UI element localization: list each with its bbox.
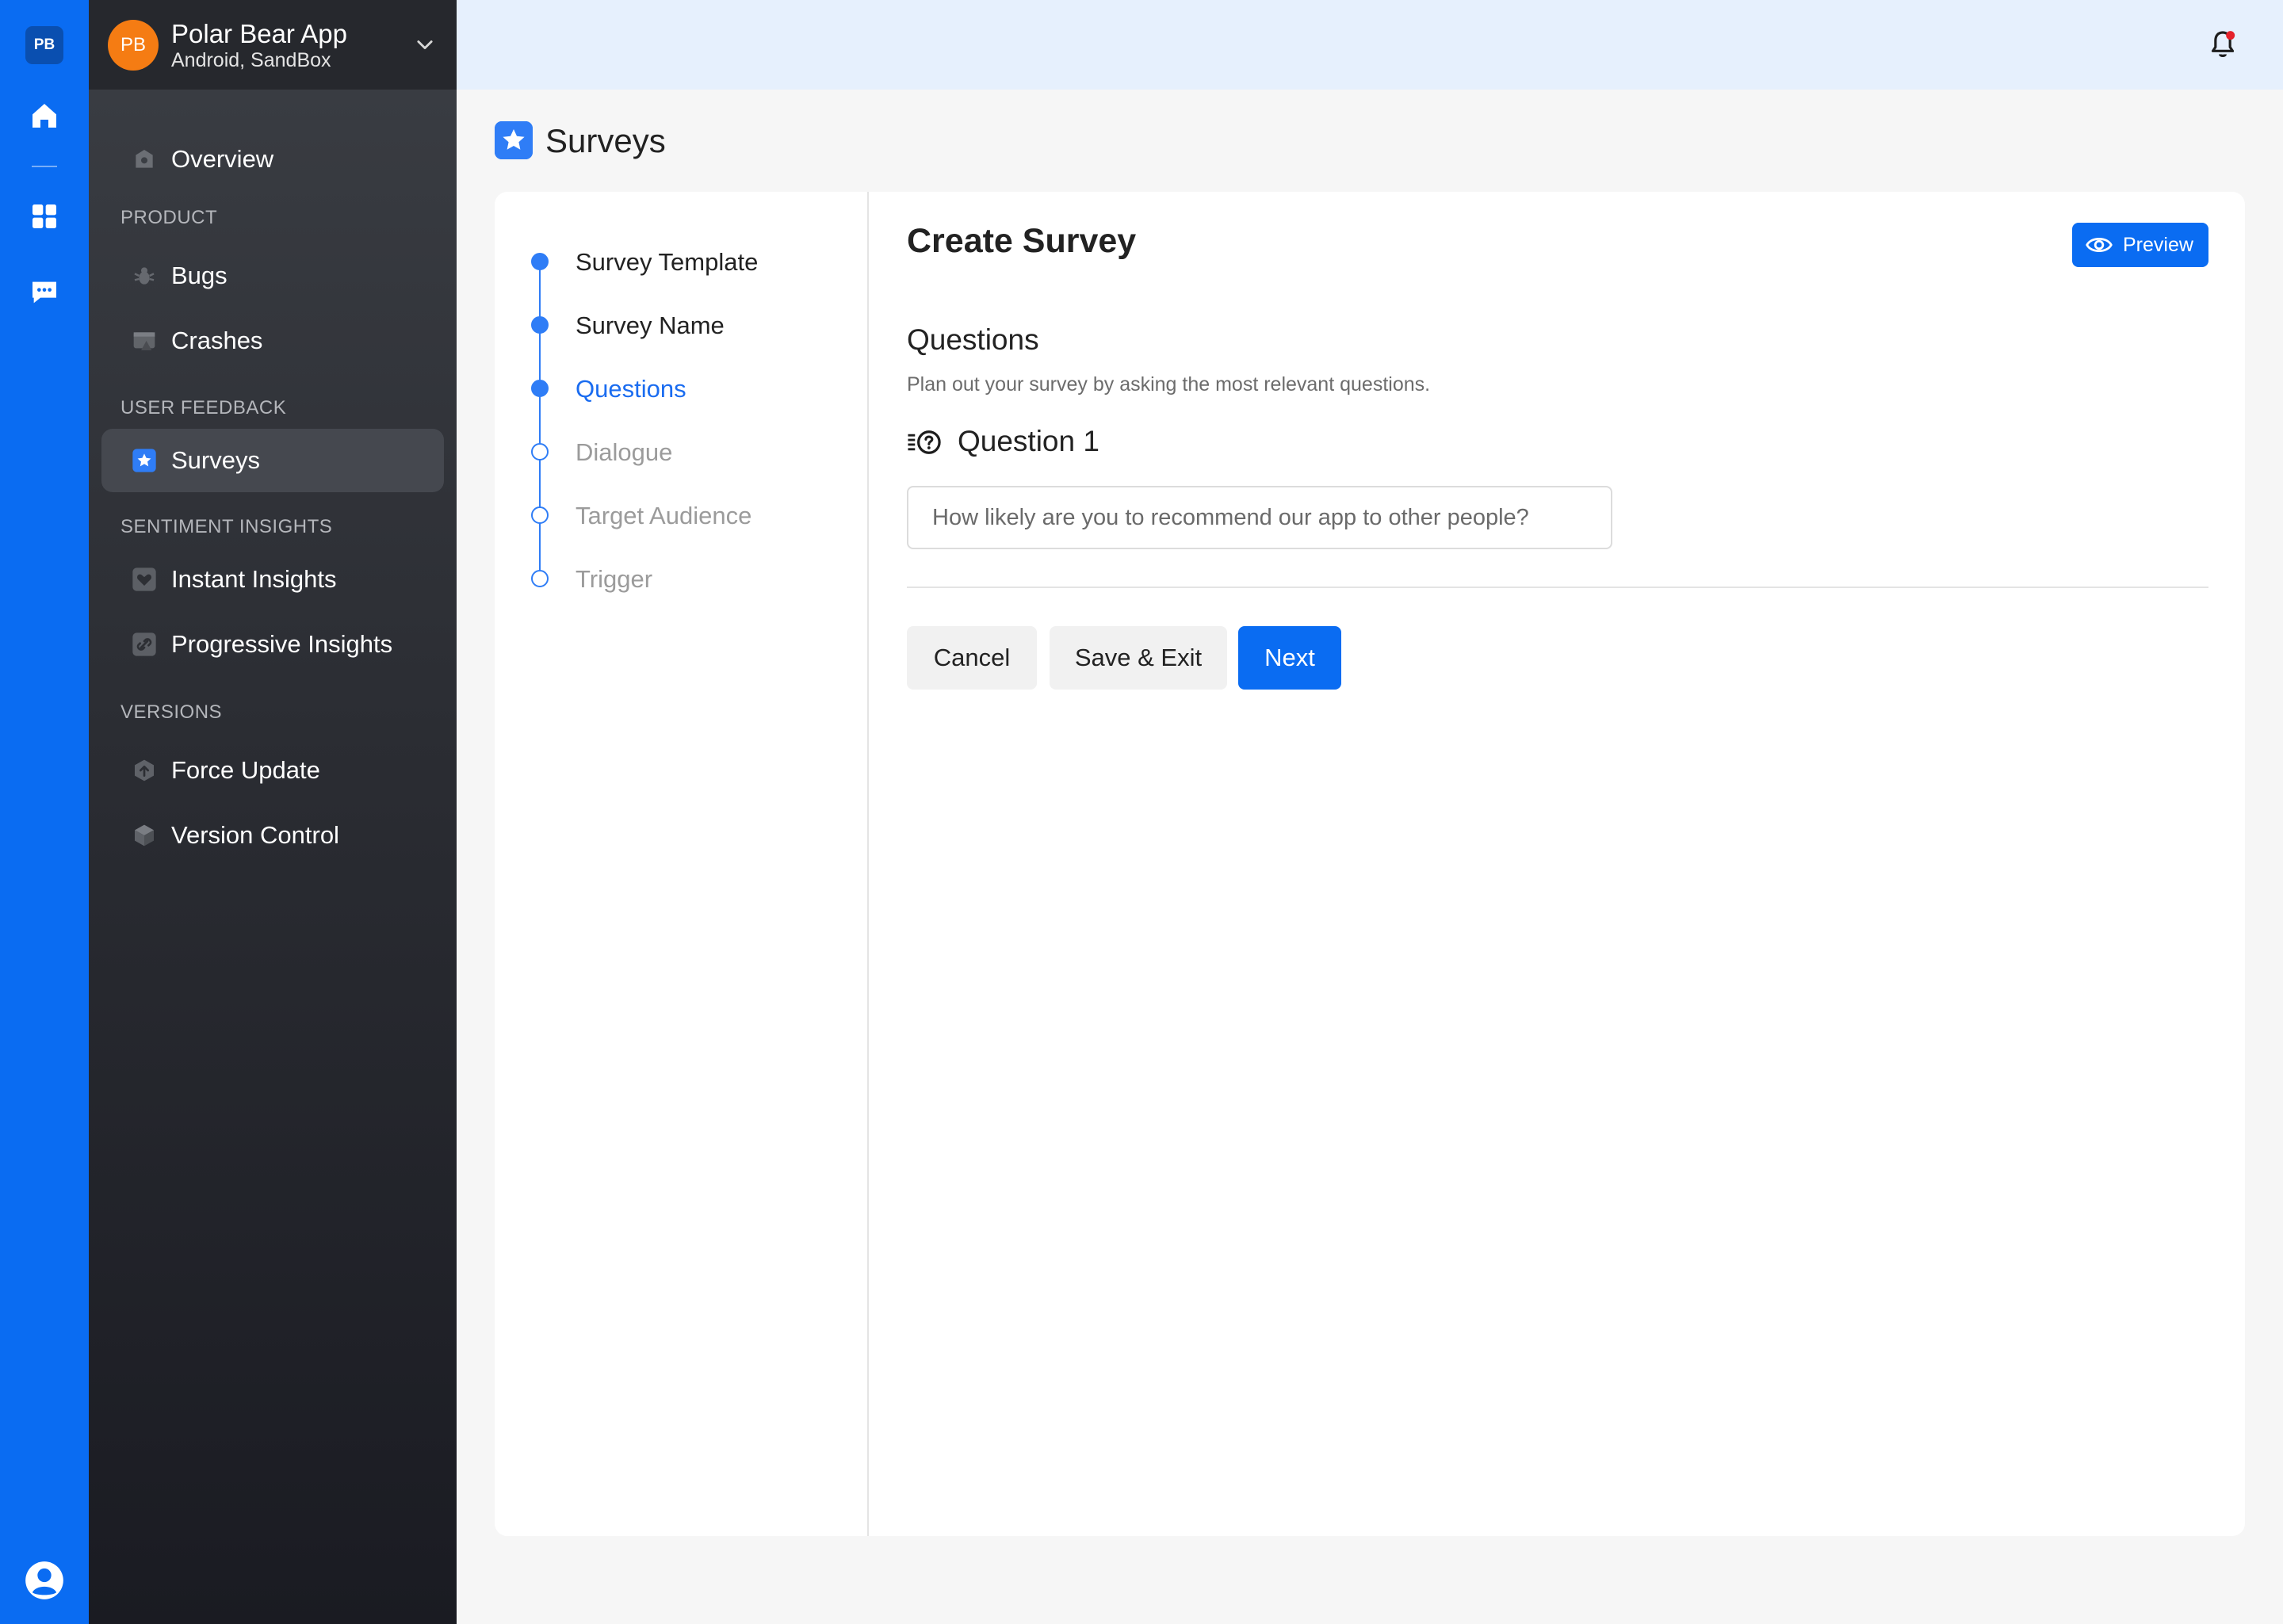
dashboard-grid-icon[interactable]: [29, 201, 60, 232]
workspace-badge[interactable]: PB: [25, 26, 63, 64]
upload-cube-icon: [135, 759, 154, 781]
step-dot: [531, 570, 549, 587]
left-rail: PB: [0, 0, 89, 1624]
sidebar-item-version-control[interactable]: Version Control: [101, 804, 444, 867]
sidebar: PB Polar Bear App Android, SandBox Overv…: [89, 0, 457, 1624]
app-name: Polar Bear App: [171, 19, 347, 48]
section-sentiment-insights: SENTIMENT INSIGHTS: [120, 516, 333, 537]
step-label: Survey Name: [576, 311, 725, 339]
section-product: PRODUCT: [120, 207, 218, 228]
step-questions[interactable]: Questions: [531, 373, 848, 404]
sidebar-item-force-update[interactable]: Force Update: [101, 739, 444, 802]
step-dot: [531, 506, 549, 524]
sidebar-item-label: Surveys: [171, 446, 260, 474]
eye-icon: [2086, 237, 2113, 253]
section-divider: [907, 587, 2208, 588]
question-list-icon: [908, 430, 941, 454]
sidebar-item-label: Bugs: [171, 262, 228, 289]
sidebar-item-label: Force Update: [171, 756, 320, 784]
preview-button[interactable]: Preview: [2072, 223, 2208, 267]
step-survey-template[interactable]: Survey Template: [531, 246, 848, 277]
page-title: Surveys: [545, 122, 666, 159]
step-dot: [531, 316, 549, 334]
sidebar-item-label: Crashes: [171, 327, 263, 354]
home-icon[interactable]: [29, 100, 60, 132]
create-survey-title: Create Survey: [907, 222, 1137, 260]
rail-divider: [32, 166, 57, 167]
step-trigger[interactable]: Trigger: [531, 563, 848, 594]
step-label: Survey Template: [576, 248, 759, 276]
chat-icon[interactable]: [29, 277, 60, 308]
question-text-input[interactable]: [907, 486, 1612, 549]
sidebar-item-progressive-insights[interactable]: Progressive Insights: [101, 613, 444, 676]
step-dot: [531, 443, 549, 460]
app-switcher[interactable]: PB Polar Bear App Android, SandBox: [89, 0, 457, 90]
step-dot: [531, 380, 549, 397]
bug-icon: [134, 267, 155, 285]
app-avatar: PB: [108, 20, 159, 71]
card-divider: [867, 192, 869, 1536]
preview-label: Preview: [2123, 234, 2193, 256]
step-label: Questions: [576, 375, 686, 403]
sidebar-item-label: Version Control: [171, 821, 339, 849]
step-dot: [531, 253, 549, 270]
heart-badge-icon: [132, 567, 156, 591]
step-survey-name[interactable]: Survey Name: [531, 309, 848, 341]
top-bar: [457, 0, 2283, 90]
sidebar-item-surveys[interactable]: Surveys: [101, 429, 444, 492]
overview-icon: [136, 150, 153, 168]
next-button[interactable]: Next: [1238, 626, 1341, 690]
crash-report-icon: [133, 332, 155, 350]
package-box-icon: [135, 824, 154, 846]
surveys-star-icon: [495, 121, 533, 159]
app-platform: Android, SandBox: [171, 49, 331, 71]
step-label: Trigger: [576, 565, 653, 593]
sidebar-item-instant-insights[interactable]: Instant Insights: [101, 548, 444, 611]
star-badge-icon: [132, 449, 156, 472]
question-title: Question 1: [958, 425, 1099, 457]
user-account-icon[interactable]: [24, 1560, 65, 1601]
link-badge-icon: [132, 632, 156, 656]
save-exit-button[interactable]: Save & Exit: [1050, 626, 1227, 690]
cancel-button[interactable]: Cancel: [907, 626, 1037, 690]
sidebar-item-label: Instant Insights: [171, 565, 337, 593]
sidebar-item-label: Overview: [171, 145, 274, 173]
sidebar-item-bugs[interactable]: Bugs: [101, 244, 444, 308]
section-versions: VERSIONS: [120, 701, 223, 723]
step-target-audience[interactable]: Target Audience: [531, 499, 848, 531]
notification-bell-icon[interactable]: [2207, 29, 2239, 60]
questions-description: Plan out your survey by asking the most …: [907, 373, 1431, 395]
step-label: Target Audience: [576, 502, 752, 529]
step-dialogue[interactable]: Dialogue: [531, 436, 848, 468]
section-user-feedback: USER FEEDBACK: [120, 397, 287, 418]
step-label: Dialogue: [576, 438, 673, 466]
sidebar-item-overview[interactable]: Overview: [101, 128, 444, 191]
survey-builder-card: Survey Template Survey Name Questions Di…: [495, 192, 2245, 1536]
questions-heading: Questions: [907, 323, 1039, 356]
sidebar-item-crashes[interactable]: Crashes: [101, 309, 444, 373]
sidebar-item-label: Progressive Insights: [171, 630, 393, 658]
chevron-down-icon[interactable]: [414, 33, 436, 55]
